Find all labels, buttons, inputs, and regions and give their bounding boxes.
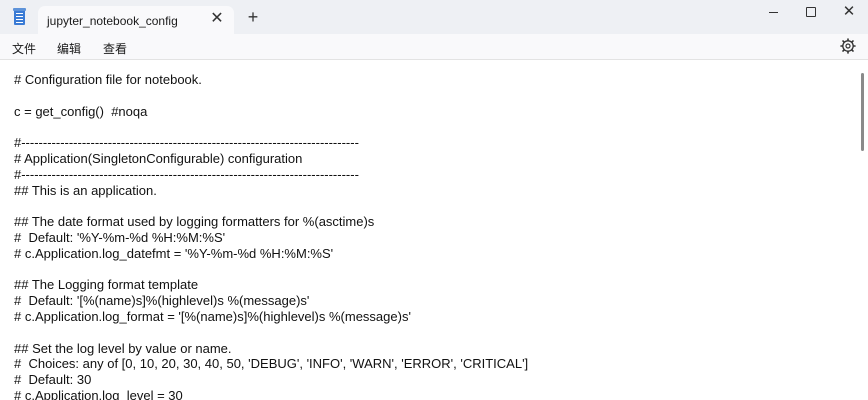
editor-line: ## The Logging format template: [14, 277, 199, 293]
new-tab-button[interactable]: +: [244, 8, 262, 26]
maximize-icon: [806, 7, 816, 17]
tab-title: jupyter_notebook_config: [47, 14, 178, 28]
editor-content[interactable]: # Configuration file for notebook. c = g…: [14, 72, 528, 400]
editor-line: #---------------------------------------…: [14, 135, 359, 151]
menu-file[interactable]: 文件: [12, 40, 36, 57]
editor-line: # c.Application.log_format = '[%(name)s]…: [14, 308, 411, 324]
editor-line: ## This is an application.: [14, 182, 157, 198]
menu-bar: 文件 编辑 查看: [0, 34, 868, 60]
minimize-icon: [769, 12, 778, 13]
title-bar: jupyter_notebook_config ✕ + ✕: [0, 0, 868, 34]
close-button[interactable]: ✕: [826, 0, 868, 26]
scrollbar-thumb[interactable]: [861, 73, 864, 151]
editor-line: ## Set the log level by value or name.: [14, 340, 232, 356]
gear-icon[interactable]: [840, 38, 856, 54]
editor-line: ## The date format used by logging forma…: [14, 214, 375, 230]
close-icon: ✕: [842, 3, 856, 20]
text-editor[interactable]: # Configuration file for notebook. c = g…: [0, 60, 856, 400]
editor-line: # Default: '%Y-%m-%d %H:%M:%S': [14, 229, 226, 245]
editor-line: # Default: '[%(name)s]%(highlevel)s %(me…: [14, 293, 310, 309]
editor-line: # c.Application.log_datefmt = '%Y-%m-%d …: [14, 245, 334, 261]
editor-line: #---------------------------------------…: [14, 166, 359, 182]
menu-edit[interactable]: 编辑: [57, 40, 81, 57]
vertical-scrollbar[interactable]: [856, 60, 868, 400]
tab-jupyter-notebook-config[interactable]: jupyter_notebook_config ✕: [38, 6, 234, 34]
editor-line: # Choices: any of [0, 10, 20, 30, 40, 50…: [14, 356, 529, 372]
notepad-icon: [13, 8, 26, 25]
editor-line: c = get_config() #noqa: [14, 103, 148, 119]
editor-line: # c.Application.log_level = 30: [14, 387, 183, 400]
editor-line: # Default: 30: [14, 372, 92, 388]
editor-line: # Configuration file for notebook.: [14, 72, 202, 87]
tab-close-icon[interactable]: ✕: [208, 10, 226, 28]
menu-view[interactable]: 查看: [103, 40, 127, 57]
editor-line: # Application(SingletonConfigurable) con…: [14, 150, 303, 166]
